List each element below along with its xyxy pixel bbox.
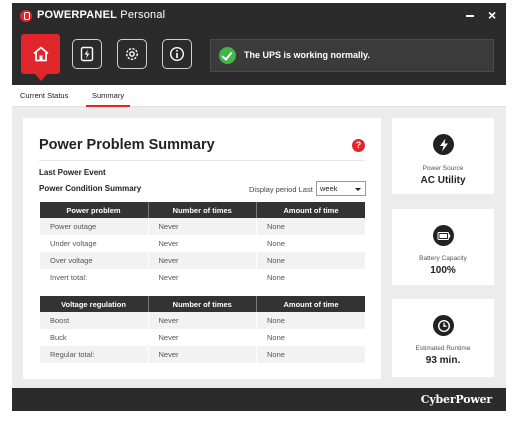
power-source-card: Power Source AC Utility [392, 118, 494, 194]
power-source-label: Power Source [422, 165, 464, 172]
status-banner: The UPS is working normally. [210, 39, 494, 72]
table-cell: Invert total: [39, 269, 148, 286]
powerpanel-logo-icon [20, 10, 32, 22]
chevron-down-icon [355, 188, 361, 191]
main-toolbar: The UPS is working normally. [12, 29, 506, 85]
column-header: Power problem [39, 202, 148, 218]
table-cell: Never [147, 235, 257, 252]
tab-bar: Current Status Summary [12, 85, 506, 107]
title-bar: POWERPANEL Personal × [12, 3, 506, 29]
settings-button[interactable] [117, 39, 147, 69]
table-cell: Never [147, 346, 257, 363]
last-event-heading: Last Power Event [39, 168, 106, 177]
voltage-regulation-table: Voltage regulation Number of times Amoun… [39, 296, 365, 363]
estimated-runtime-label: Estimated Runtime [415, 345, 471, 352]
display-period-value: week [320, 184, 338, 193]
home-button[interactable] [21, 34, 60, 81]
app-window: POWERPANEL Personal × The UPS is working… [12, 3, 506, 411]
estimated-runtime-card: Estimated Runtime 93 min. [392, 299, 494, 377]
table-cell: Never [147, 269, 257, 286]
table-cell: None [256, 312, 365, 329]
battery-icon [433, 225, 454, 246]
status-message: The UPS is working normally. [244, 50, 370, 60]
app-title: POWERPANEL Personal [37, 9, 166, 21]
power-problem-table: Power problem Number of times Amount of … [39, 202, 365, 286]
column-header: Number of times [147, 202, 257, 218]
table-cell: None [256, 269, 365, 286]
estimated-runtime-value: 93 min. [425, 355, 461, 366]
table-cell: Never [147, 218, 257, 235]
table-row: Invert total: Never None [39, 269, 365, 286]
tab-summary[interactable]: Summary [85, 91, 131, 107]
table-cell: None [256, 252, 365, 269]
check-circle-icon [219, 47, 236, 64]
table-cell: Under voltage [39, 235, 148, 252]
column-header: Amount of time [256, 202, 365, 218]
minimize-button[interactable] [466, 15, 474, 17]
table-cell: Over voltage [39, 252, 148, 269]
table-cell: Buck [39, 329, 148, 346]
table-cell: Power outage [39, 218, 148, 235]
clock-icon [433, 315, 454, 336]
summary-panel: Power Problem Summary ? Last Power Event… [23, 118, 381, 379]
table-cell: Boost [39, 312, 148, 329]
page-title: Power Problem Summary [39, 137, 215, 153]
battery-capacity-card: Battery Capacity 100% [392, 209, 494, 285]
power-source-value: AC Utility [420, 175, 466, 186]
table-cell: None [256, 218, 365, 235]
info-button[interactable] [162, 39, 192, 69]
content-area: Power Problem Summary ? Last Power Event… [12, 107, 506, 388]
table-cell: Regular total: [39, 346, 148, 363]
column-header: Amount of time [256, 296, 365, 312]
battery-capacity-value: 100% [430, 265, 456, 276]
display-period-select[interactable]: week [316, 181, 366, 196]
battery-capacity-label: Battery Capacity [419, 255, 467, 262]
table-cell: None [256, 235, 365, 252]
lightning-icon [433, 134, 454, 155]
table-cell: None [256, 346, 365, 363]
column-header: Voltage regulation [39, 296, 148, 312]
power-event-button[interactable] [72, 39, 102, 69]
table-row: Over voltage Never None [39, 252, 365, 269]
brand-logo: CyberPower [420, 393, 492, 406]
table-row: Buck Never None [39, 329, 365, 346]
display-period-label: Display period Last [249, 185, 313, 194]
tab-current-status[interactable]: Current Status [20, 91, 68, 100]
close-button[interactable]: × [488, 7, 496, 23]
divider [39, 160, 365, 161]
help-icon[interactable]: ? [352, 139, 365, 152]
table-cell: None [256, 329, 365, 346]
table-row: Boost Never None [39, 312, 365, 329]
table-cell: Never [147, 252, 257, 269]
condition-summary-heading: Power Condition Summary [39, 184, 142, 193]
table-cell: Never [147, 329, 257, 346]
column-header: Number of times [147, 296, 257, 312]
table-row: Power outage Never None [39, 218, 365, 235]
table-row: Under voltage Never None [39, 235, 365, 252]
table-cell: Never [147, 312, 257, 329]
footer: CyberPower [12, 388, 506, 411]
table-row: Regular total: Never None [39, 346, 365, 363]
